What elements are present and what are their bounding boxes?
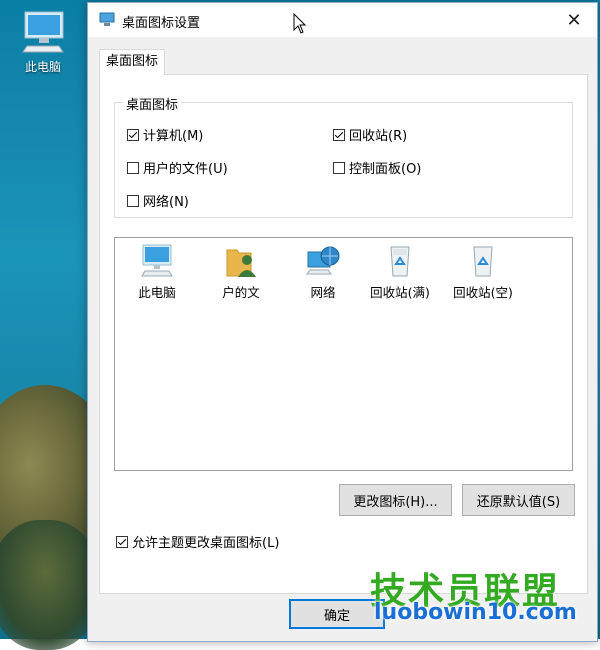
turtle-shadow — [0, 520, 100, 650]
network-icon — [306, 246, 340, 275]
checkbox-label: 网络(N) — [143, 195, 189, 210]
checkbox-unchecked-icon[interactable] — [127, 194, 139, 207]
allow-theme-checkbox[interactable]: 允许主题更改桌面图标(L) — [116, 532, 279, 551]
checkbox-unchecked-icon[interactable] — [127, 161, 139, 174]
computer-icon — [141, 244, 173, 277]
list-item-label: 此电脑 — [138, 285, 176, 300]
user-folder-icon — [226, 249, 256, 277]
list-item-label: 回收站(空) — [453, 285, 513, 300]
close-icon: ✕ — [566, 9, 582, 31]
list-item-network[interactable]: 网络 — [287, 244, 359, 301]
list-item-label: 回收站(满) — [370, 285, 430, 300]
recycle-bin-checkbox[interactable]: 回收站(R) — [333, 125, 407, 144]
checkbox-checked-icon[interactable] — [127, 128, 139, 141]
list-item-user-files[interactable]: 户的文 — [205, 244, 277, 301]
tab-desktop-icons[interactable]: 桌面图标 — [99, 49, 165, 75]
checkbox-label: 控制面板(O) — [349, 162, 422, 177]
checkbox-label: 用户的文件(U) — [143, 162, 228, 177]
icon-list[interactable]: 此电脑 户的文 网络 回收站(满) 回收站(空) — [114, 237, 573, 471]
desktop-icon-settings-dialog: 桌面图标设置 ✕ 桌面图标 桌面图标 计算机(M) 回收站(R) 用户的文件(U… — [87, 2, 598, 642]
window-title: 桌面图标设置 — [122, 16, 201, 31]
change-icon-button[interactable]: 更改图标(H)... — [339, 484, 452, 516]
group-legend: 桌面图标 — [123, 94, 182, 113]
computer-checkbox[interactable]: 计算机(M) — [127, 125, 203, 144]
tab-panel: 桌面图标 计算机(M) 回收站(R) 用户的文件(U) 控制面板(O) 网络(N… — [99, 74, 588, 594]
close-button[interactable]: ✕ — [551, 3, 597, 37]
list-item-recycle-bin-empty[interactable]: 回收站(空) — [447, 244, 519, 301]
user-files-checkbox[interactable]: 用户的文件(U) — [127, 158, 228, 177]
mouse-cursor-icon — [293, 12, 307, 39]
desktop-icons-group: 桌面图标 计算机(M) 回收站(R) 用户的文件(U) 控制面板(O) 网络(N… — [114, 94, 573, 218]
checkbox-label: 允许主题更改桌面图标(L) — [132, 536, 280, 551]
restore-default-button[interactable]: 还原默认值(S) — [462, 484, 575, 516]
list-item-this-pc[interactable]: 此电脑 — [121, 244, 193, 301]
desktop-icon-label: 此电脑 — [24, 60, 61, 74]
list-item-recycle-bin-full[interactable]: 回收站(满) — [364, 244, 436, 301]
settings-app-icon — [99, 11, 115, 31]
checkbox-checked-icon[interactable] — [116, 535, 128, 548]
title-bar[interactable]: 桌面图标设置 ✕ — [88, 3, 597, 37]
checkbox-label: 回收站(R) — [349, 129, 408, 144]
checkbox-unchecked-icon[interactable] — [333, 161, 345, 174]
recycle-bin-empty-icon — [473, 246, 493, 277]
checkbox-label: 计算机(M) — [143, 129, 204, 144]
list-item-label: 网络 — [310, 285, 336, 300]
watermark-url: luobowin10.com — [374, 600, 577, 625]
checkbox-checked-icon[interactable] — [333, 128, 345, 141]
desktop-icon-this-pc[interactable]: 此电脑 — [15, 10, 71, 75]
list-item-label: 户的文 — [222, 285, 260, 300]
control-panel-checkbox[interactable]: 控制面板(O) — [333, 158, 421, 177]
recycle-bin-full-icon — [390, 246, 410, 277]
computer-icon — [22, 11, 64, 53]
network-checkbox[interactable]: 网络(N) — [127, 191, 189, 210]
